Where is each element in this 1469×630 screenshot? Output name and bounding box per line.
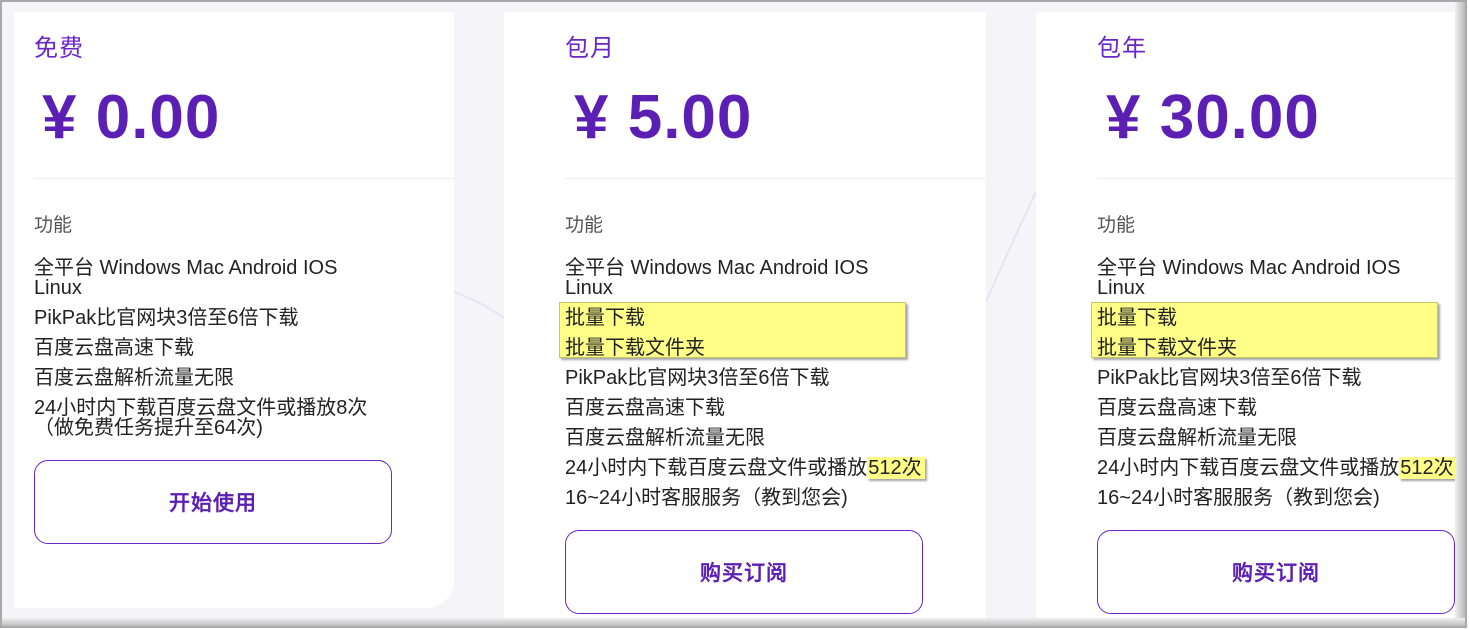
feature-item: 批量下载文件夹 [1097, 337, 1237, 359]
highlight-annotation: 512次 [867, 457, 925, 479]
plan-card-free: 免费 ¥ 0.00 功能 全平台 Windows Mac Android IOS… [14, 12, 454, 608]
plan-card-monthly: 包月 ¥ 5.00 功能 全平台 Windows Mac Android IOS… [504, 12, 986, 622]
feature-item: 16~24小时客服服务（教到您会) [1097, 487, 1380, 509]
feature-item: 百度云盘解析流量无限 [565, 427, 765, 449]
frame-shadow [2, 618, 1465, 626]
feature-item: 全平台 Windows Mac Android IOS Linux [565, 257, 869, 299]
buy-subscription-button[interactable]: 购买订阅 [1097, 530, 1455, 614]
feature-item: 百度云盘高速下载 [565, 397, 725, 419]
plan-price: ¥ 0.00 [42, 83, 221, 152]
feature-item: PikPak比官网块3倍至6倍下载 [34, 307, 299, 329]
feature-item: PikPak比官网块3倍至6倍下载 [1097, 367, 1362, 389]
feature-list: 全平台 Windows Mac Android IOS Linux PikPak… [34, 258, 367, 448]
feature-item: 百度云盘解析流量无限 [34, 367, 234, 389]
feature-item: 24小时内下载百度云盘文件或播放512次 [1097, 457, 1457, 479]
feature-list: 全平台 Windows Mac Android IOS Linux 批量下载 批… [1097, 258, 1457, 518]
plan-name: 包年 [1097, 35, 1147, 62]
feature-item: 全平台 Windows Mac Android IOS Linux [34, 257, 338, 299]
start-using-button[interactable]: 开始使用 [34, 460, 392, 544]
divider [34, 178, 454, 179]
feature-item: 全平台 Windows Mac Android IOS Linux [1097, 257, 1401, 299]
feature-item: 24小时内下载百度云盘文件或播放8次 （做免费任务提升至64次) [34, 397, 368, 439]
feature-item: 百度云盘解析流量无限 [1097, 427, 1297, 449]
feature-item: 百度云盘高速下载 [1097, 397, 1257, 419]
feature-item: 百度云盘高速下载 [34, 337, 194, 359]
features-label: 功能 [34, 215, 73, 236]
feature-item: 批量下载 [1097, 307, 1177, 329]
feature-list: 全平台 Windows Mac Android IOS Linux 批量下载 批… [565, 258, 925, 518]
highlight-annotation: 512次 [1399, 457, 1457, 479]
feature-item: 批量下载 [565, 307, 645, 329]
plan-card-yearly: 包年 ¥ 30.00 功能 全平台 Windows Mac Android IO… [1036, 12, 1465, 622]
feature-item: 24小时内下载百度云盘文件或播放512次 [565, 457, 925, 479]
plan-price: ¥ 30.00 [1106, 83, 1320, 152]
divider [565, 178, 986, 179]
plan-price: ¥ 5.00 [574, 83, 753, 152]
features-label: 功能 [1097, 215, 1136, 236]
feature-item: PikPak比官网块3倍至6倍下载 [565, 367, 830, 389]
features-label: 功能 [565, 215, 604, 236]
plan-name: 包月 [565, 35, 615, 62]
feature-item: 批量下载文件夹 [565, 337, 705, 359]
feature-item: 16~24小时客服服务（教到您会) [565, 487, 848, 509]
buy-subscription-button[interactable]: 购买订阅 [565, 530, 923, 614]
divider [1097, 178, 1465, 179]
pricing-screenshot-frame: 免费 ¥ 0.00 功能 全平台 Windows Mac Android IOS… [0, 0, 1467, 628]
frame-shadow [1455, 2, 1465, 626]
plan-name: 免费 [34, 35, 84, 62]
